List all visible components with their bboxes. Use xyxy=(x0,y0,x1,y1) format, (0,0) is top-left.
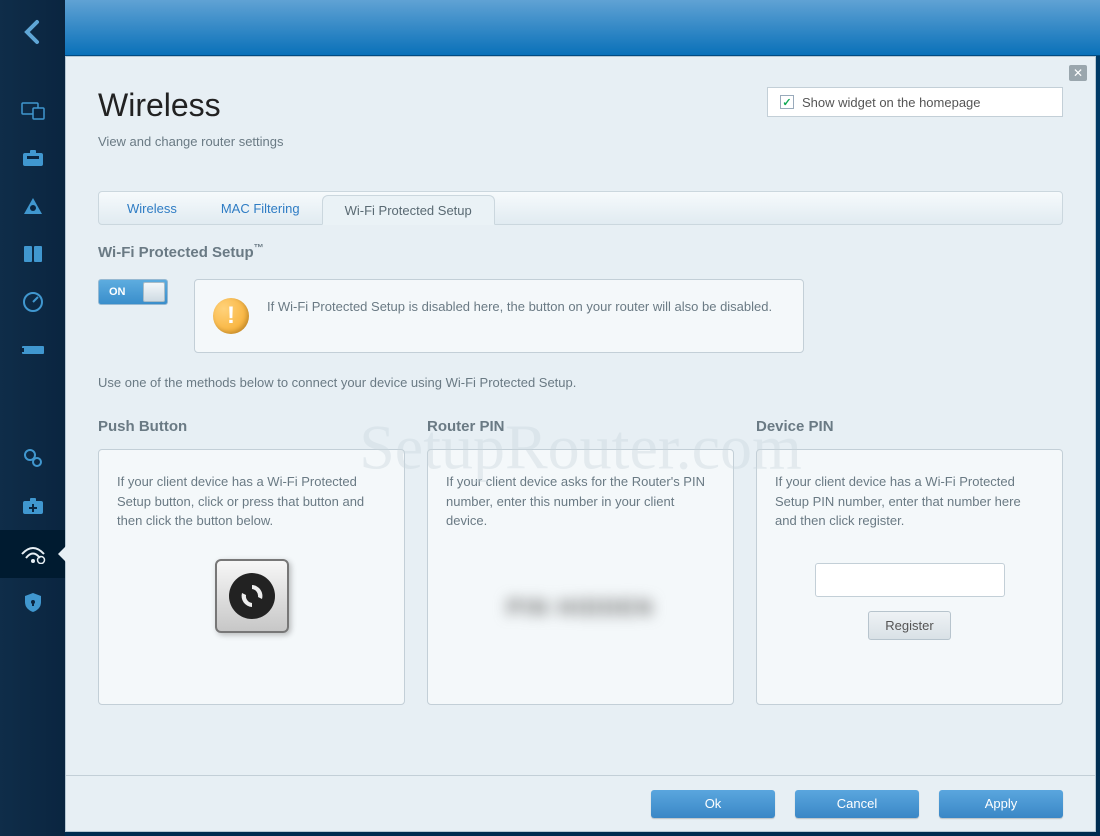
wps-arrows-icon xyxy=(229,573,275,619)
sidebar-item-speed[interactable] xyxy=(0,278,65,326)
wps-toggle[interactable]: ON xyxy=(98,279,168,305)
sidebar-item-wireless[interactable] xyxy=(0,530,65,578)
sidebar-item-devices[interactable] xyxy=(0,86,65,134)
push-button-box: If your client device has a Wi-Fi Protec… xyxy=(98,449,405,705)
section-title: Wi-Fi Protected Setup™ xyxy=(98,243,1063,261)
device-pin-text: If your client device has a Wi-Fi Protec… xyxy=(775,472,1044,531)
ok-button[interactable]: Ok xyxy=(651,790,775,818)
footer-bar: Ok Cancel Apply xyxy=(66,775,1095,831)
info-callout: ! If Wi-Fi Protected Setup is disabled h… xyxy=(194,279,804,353)
show-widget-label: Show widget on the homepage xyxy=(802,95,981,110)
sidebar-item-troubleshoot[interactable] xyxy=(0,482,65,530)
toggle-label: ON xyxy=(109,286,126,298)
warning-icon: ! xyxy=(213,298,249,334)
page-title: Wireless xyxy=(98,87,284,124)
check-icon: ✓ xyxy=(780,95,794,109)
sidebar-item-apps[interactable] xyxy=(0,134,65,182)
router-pin-text: If your client device asks for the Route… xyxy=(446,472,715,531)
sidebar-item-parental[interactable] xyxy=(0,182,65,230)
sidebar-item-settings[interactable] xyxy=(0,434,65,482)
sidebar-item-security[interactable] xyxy=(0,578,65,626)
sidebar xyxy=(0,0,65,836)
close-icon[interactable]: ✕ xyxy=(1069,65,1087,81)
main-panel: ✕ Wireless View and change router settin… xyxy=(65,56,1096,832)
register-button[interactable]: Register xyxy=(868,611,950,640)
wps-push-button[interactable] xyxy=(215,559,289,633)
info-text: If Wi-Fi Protected Setup is disabled her… xyxy=(267,298,772,316)
tab-wps[interactable]: Wi-Fi Protected Setup xyxy=(322,195,495,225)
device-pin-box: If your client device has a Wi-Fi Protec… xyxy=(756,449,1063,705)
router-pin-box: If your client device asks for the Route… xyxy=(427,449,734,705)
page-subtitle: View and change router settings xyxy=(98,134,284,149)
instruction-text: Use one of the methods below to connect … xyxy=(98,375,1063,390)
sidebar-item-media[interactable] xyxy=(0,230,65,278)
show-widget-checkbox[interactable]: ✓ Show widget on the homepage xyxy=(767,87,1063,117)
toggle-knob xyxy=(143,282,165,302)
push-button-text: If your client device has a Wi-Fi Protec… xyxy=(117,472,386,531)
tab-wireless[interactable]: Wireless xyxy=(105,194,199,224)
push-button-title: Push Button xyxy=(98,418,405,435)
tab-bar: Wireless MAC Filtering Wi-Fi Protected S… xyxy=(98,191,1063,225)
router-pin-title: Router PIN xyxy=(427,418,734,435)
apply-button[interactable]: Apply xyxy=(939,790,1063,818)
device-pin-input[interactable] xyxy=(815,563,1005,597)
top-header xyxy=(0,0,1100,56)
tab-mac-filtering[interactable]: MAC Filtering xyxy=(199,194,322,224)
cancel-button[interactable]: Cancel xyxy=(795,790,919,818)
router-pin-value: PIN HIDDEN xyxy=(507,591,654,624)
back-icon[interactable] xyxy=(19,18,47,46)
device-pin-title: Device PIN xyxy=(756,418,1063,435)
sidebar-item-usb[interactable] xyxy=(0,326,65,374)
